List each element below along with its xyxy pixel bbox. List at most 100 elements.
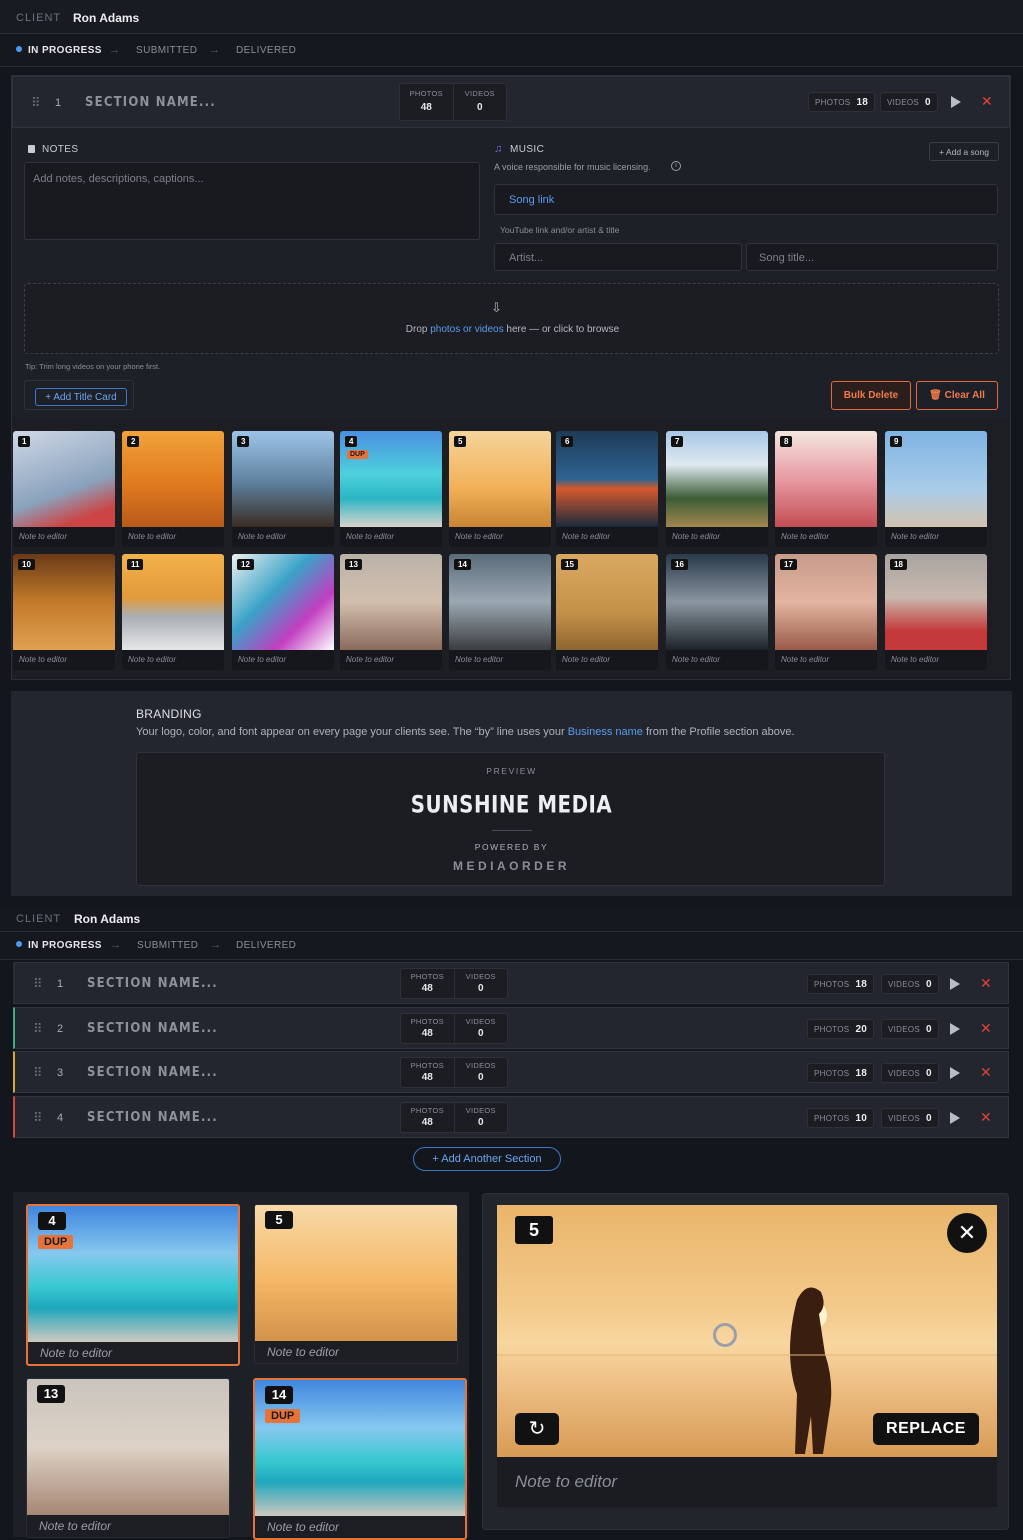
- lightbox-note-input[interactable]: Note to editor: [497, 1457, 997, 1507]
- step-delivered[interactable]: DELIVERED: [236, 45, 296, 56]
- videos-count-badge: VIDEOS 0: [881, 1108, 939, 1129]
- note-to-editor-input[interactable]: Note to editor: [346, 532, 394, 541]
- delete-section-icon[interactable]: ✕: [980, 1020, 992, 1037]
- add-song-button[interactable]: + Add a song: [929, 142, 999, 161]
- note-to-editor-input[interactable]: Note to editor: [781, 655, 829, 664]
- play-icon[interactable]: [951, 96, 961, 108]
- videos-count-badge: VIDEOS 0: [881, 974, 939, 994]
- photo-tile[interactable]: 16 Note to editor: [666, 554, 768, 670]
- drag-handle-icon[interactable]: ⠿: [31, 95, 40, 111]
- photo-tile[interactable]: 11 Note to editor: [122, 554, 224, 670]
- photo-tile[interactable]: 7 Note to editor: [666, 431, 768, 547]
- section-totals: PHOTOS 48 VIDEOS 0: [400, 1057, 508, 1089]
- add-section-button[interactable]: + Add Another Section: [413, 1147, 561, 1171]
- drag-handle-icon[interactable]: ⠿: [33, 1110, 42, 1126]
- zoom-icon[interactable]: [713, 1323, 737, 1347]
- play-icon[interactable]: [950, 1022, 960, 1035]
- photo-tile[interactable]: 13 Note to editor: [340, 554, 442, 670]
- note-to-editor-input[interactable]: Note to editor: [19, 655, 67, 664]
- zoomed-photo-tile[interactable]: 14 DUP Note to editor: [253, 1378, 467, 1540]
- section-name-input[interactable]: SECTION NAME...: [87, 1065, 218, 1080]
- photo-tile[interactable]: 9 Note to editor: [885, 431, 987, 547]
- note-to-editor-input[interactable]: Note to editor: [39, 1519, 111, 1533]
- play-icon[interactable]: [950, 978, 960, 990]
- drag-handle-icon[interactable]: ⠿: [33, 976, 42, 992]
- drag-handle-icon[interactable]: ⠿: [33, 1021, 42, 1037]
- photo-tile[interactable]: 2 Note to editor: [122, 431, 224, 547]
- photo-tile[interactable]: 12 Note to editor: [232, 554, 334, 670]
- note-to-editor-input[interactable]: Note to editor: [128, 655, 176, 664]
- section-name-input[interactable]: SECTION NAME...: [87, 1110, 218, 1125]
- step-in-progress[interactable]: IN PROGRESS: [16, 45, 102, 56]
- add-title-card-button[interactable]: + Add Title Card: [35, 388, 127, 406]
- info-icon[interactable]: i: [671, 161, 681, 171]
- note-to-editor-input[interactable]: Note to editor: [346, 655, 394, 664]
- note-to-editor-input[interactable]: Note to editor: [562, 532, 610, 541]
- close-icon[interactable]: ✕: [947, 1213, 987, 1253]
- step-submitted[interactable]: SUBMITTED: [137, 940, 198, 951]
- section-name-input[interactable]: SECTION NAME...: [87, 1021, 218, 1036]
- photo-tile[interactable]: 10 Note to editor: [13, 554, 115, 670]
- note-to-editor-input[interactable]: Note to editor: [672, 655, 720, 664]
- note-to-editor-input[interactable]: Note to editor: [672, 532, 720, 541]
- note-to-editor-input[interactable]: Note to editor: [562, 655, 610, 664]
- section-name-input[interactable]: SECTION NAME...: [85, 95, 216, 110]
- bulk-delete-button[interactable]: Bulk Delete: [831, 381, 911, 410]
- play-icon[interactable]: [950, 1067, 960, 1080]
- section-number: 2: [57, 1022, 64, 1035]
- note-to-editor-input[interactable]: Note to editor: [238, 655, 286, 664]
- section-row[interactable]: ⠿ 3 SECTION NAME... PHOTOS 48 VIDEOS 0 PHO…: [13, 1051, 1009, 1094]
- zoomed-photo-tile[interactable]: 13 Note to editor: [26, 1378, 230, 1538]
- photo-tile[interactable]: 1 Note to editor: [13, 431, 115, 547]
- note-to-editor-input[interactable]: Note to editor: [267, 1520, 339, 1534]
- zoomed-photo-tile[interactable]: 5 Note to editor: [254, 1204, 458, 1364]
- section-row[interactable]: ⠿ 1 SECTION NAME... PHOTOS 48 VIDEOS 0 PHO…: [13, 962, 1009, 1004]
- photo-tile[interactable]: 15 Note to editor: [556, 554, 658, 670]
- business-name-link[interactable]: Business name: [568, 726, 643, 738]
- delete-section-icon[interactable]: ✕: [980, 1064, 992, 1081]
- drag-handle-icon[interactable]: ⠿: [33, 1065, 42, 1081]
- branding-title: BRANDING: [136, 707, 202, 721]
- note-to-editor-input[interactable]: Note to editor: [455, 655, 503, 664]
- play-icon[interactable]: [950, 1112, 960, 1125]
- clear-all-button[interactable]: 🗑 Clear All: [916, 381, 998, 410]
- photo-tile[interactable]: 8 Note to editor: [775, 431, 877, 547]
- delete-section-icon[interactable]: ✕: [980, 1109, 992, 1126]
- note-to-editor-input[interactable]: Note to editor: [781, 532, 829, 541]
- media-dropzone[interactable]: ⇩ Drop photos or videos here — or click …: [24, 283, 999, 354]
- note-to-editor-input[interactable]: Note to editor: [891, 532, 939, 541]
- step-submitted[interactable]: SUBMITTED: [136, 45, 197, 56]
- note-to-editor-input[interactable]: Note to editor: [40, 1346, 112, 1360]
- zoomed-photo-tile[interactable]: 4 DUP Note to editor: [26, 1204, 240, 1366]
- note-to-editor-input[interactable]: Note to editor: [267, 1345, 339, 1359]
- notes-textarea[interactable]: Add notes, descriptions, captions...: [24, 162, 480, 240]
- note-to-editor-input[interactable]: Note to editor: [19, 532, 67, 541]
- section-row[interactable]: ⠿ 4 SECTION NAME... PHOTOS 48 VIDEOS 0 PHO…: [13, 1096, 1009, 1139]
- photo-tile[interactable]: 18 Note to editor: [885, 554, 987, 670]
- delete-section-icon[interactable]: ✕: [980, 975, 992, 992]
- note-to-editor-input[interactable]: Note to editor: [128, 532, 176, 541]
- photo-tile[interactable]: 6 Note to editor: [556, 431, 658, 547]
- artist-input[interactable]: Artist...: [494, 243, 742, 271]
- step-in-progress[interactable]: IN PROGRESS: [16, 940, 102, 951]
- client-name: Ron Adams: [74, 912, 141, 926]
- photo-tile[interactable]: 5 Note to editor: [449, 431, 551, 547]
- photo-tile[interactable]: 4 Note to editor DUP: [340, 431, 442, 547]
- photo-tile[interactable]: 3 Note to editor: [232, 431, 334, 547]
- note-to-editor-input[interactable]: Note to editor: [891, 655, 939, 664]
- note-to-editor-input[interactable]: Note to editor: [455, 532, 503, 541]
- note-to-editor-input[interactable]: Note to editor: [238, 532, 286, 541]
- videos-count-badge: VIDEOS 0: [881, 1018, 939, 1039]
- rotate-icon[interactable]: ↻: [515, 1413, 559, 1445]
- section-totals: PHOTOS 48 VIDEOS 0: [399, 83, 507, 121]
- photo-tile[interactable]: 14 Note to editor: [449, 554, 551, 670]
- song-title-input[interactable]: Song title...: [746, 243, 998, 271]
- step-delivered[interactable]: DELIVERED: [236, 940, 296, 951]
- photo-tile[interactable]: 17 Note to editor: [775, 554, 877, 670]
- section-row[interactable]: ⠿ 2 SECTION NAME... PHOTOS 48 VIDEOS 0 PHO…: [13, 1006, 1009, 1049]
- replace-button[interactable]: REPLACE: [873, 1413, 979, 1445]
- delete-section-icon[interactable]: ✕: [981, 93, 993, 110]
- song-link-input[interactable]: Song link: [494, 184, 998, 215]
- browse-link[interactable]: photos or videos: [430, 324, 503, 335]
- section-name-input[interactable]: SECTION NAME...: [87, 976, 218, 991]
